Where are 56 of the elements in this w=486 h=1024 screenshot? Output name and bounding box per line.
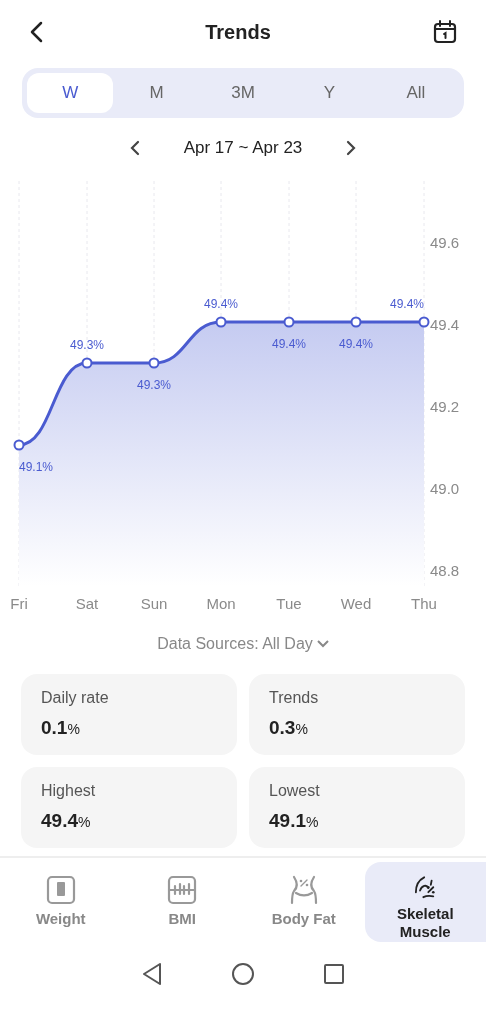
stat-value: 0.3% [269,716,309,740]
back-nav-icon[interactable] [141,962,163,986]
y-axis-label: 49.4 [430,316,460,333]
value-label: 49.4% [272,337,306,351]
period-tab[interactable]: All [372,73,460,113]
ruler-icon [166,874,199,906]
x-axis-label: Thu [411,595,437,612]
x-axis-label: Sun [140,595,168,612]
nav-tab[interactable]: Skeletal Muscle [364,862,486,942]
y-axis-label: 49.6 [430,234,460,252]
value-label: 49.4% [339,337,373,351]
value-label: 49.4% [389,297,424,311]
y-axis-label: 48.8 [430,561,460,579]
x-axis-label: Sat [75,595,99,612]
stat-value: 49.1% [269,809,320,833]
back-icon[interactable] [28,20,44,44]
scale-icon [44,874,77,906]
y-axis-label: 49.0 [430,480,460,497]
x-axis-label: Fri [10,595,28,612]
period-tab[interactable]: W [27,73,114,113]
nav-tab[interactable]: Weight [0,862,122,942]
page-title: Trends [205,20,271,45]
value-label: 49.3% [137,378,171,392]
data-point [148,357,160,369]
home-icon[interactable] [231,962,255,986]
nav-tab[interactable]: Body Fat [243,862,365,942]
data-point [350,316,362,328]
x-axis-label: Mon [206,595,236,612]
value-label: 49.4% [204,297,238,311]
data-point [283,316,295,328]
chevron-down-icon [316,640,329,648]
stat-label: Trends [269,688,320,708]
y-axis-label: 49.2 [430,398,460,415]
x-axis-label: Wed [340,595,372,612]
data-point [215,316,227,328]
stat-label: Highest [41,781,97,801]
data-point [13,439,25,451]
value-label: 49.3% [70,338,104,352]
stat-label: Lowest [269,781,321,801]
period-tab[interactable]: 3M [199,73,287,113]
data-sources-dropdown[interactable]: Data Sources: All Day [157,632,329,656]
x-axis-label: Tue [276,595,302,612]
stat-value: 0.1% [41,716,81,740]
value-label: 49.1% [19,460,54,474]
period-tab[interactable]: Y [286,73,373,113]
date-range: Apr 17 ~ Apr 23 [183,137,303,160]
data-point [418,316,430,328]
next-icon[interactable] [346,140,357,156]
previous-icon[interactable] [129,140,140,156]
stat-label: Daily rate [41,688,110,708]
stat-value: 49.4% [41,809,92,833]
calendar-icon[interactable] [432,19,458,45]
nav-tab[interactable]: BMI [121,862,243,942]
recents-icon[interactable] [323,963,345,985]
period-tab[interactable]: M [113,73,200,113]
data-point [81,357,93,369]
